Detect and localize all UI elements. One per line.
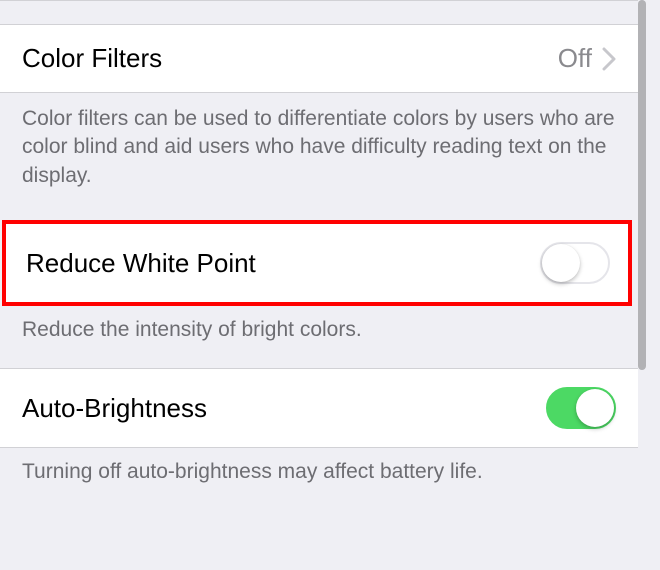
chevron-right-icon — [602, 47, 616, 71]
auto-brightness-row[interactable]: Auto-Brightness — [0, 368, 638, 448]
reduce-white-point-toggle[interactable] — [540, 242, 610, 284]
color-filters-value: Off — [558, 43, 592, 74]
reduce-white-point-label: Reduce White Point — [26, 248, 256, 279]
color-filters-footer: Color filters can be used to differentia… — [0, 93, 638, 218]
color-filters-label: Color Filters — [22, 43, 162, 74]
auto-brightness-label: Auto-Brightness — [22, 393, 207, 424]
reduce-white-point-row[interactable]: Reduce White Point — [6, 224, 628, 302]
auto-brightness-footer: Turning off auto-brightness may affect b… — [0, 448, 638, 510]
row-right: Off — [558, 43, 616, 74]
color-filters-row[interactable]: Color Filters Off — [0, 24, 638, 93]
spacer — [0, 0, 638, 24]
settings-panel: Color Filters Off Color filters can be u… — [0, 0, 638, 570]
auto-brightness-toggle[interactable] — [546, 387, 616, 429]
scrollbar[interactable] — [638, 0, 646, 370]
reduce-white-point-footer: Reduce the intensity of bright colors. — [0, 306, 638, 368]
highlight-box: Reduce White Point — [2, 220, 632, 306]
toggle-knob — [542, 244, 580, 282]
